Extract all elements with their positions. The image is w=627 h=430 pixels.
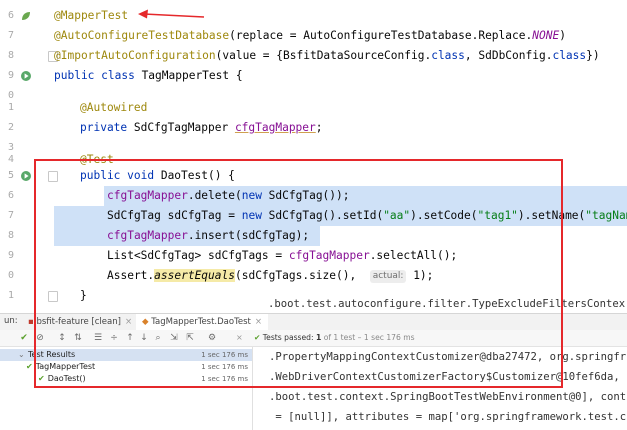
fold-marker-icon[interactable] xyxy=(48,291,58,302)
line-number: 6 xyxy=(7,10,14,21)
sort-alphabetically-icon[interactable]: ↕ xyxy=(56,332,68,344)
tree-row-daotest[interactable]: ✔ DaoTest() 1 sec 176 ms xyxy=(0,373,252,385)
import-tests-icon[interactable]: ⇲ xyxy=(168,332,180,344)
code-text: private SdCfgTagMapper cfgTagMapper; xyxy=(80,121,323,134)
run-test-icon[interactable] xyxy=(20,170,32,182)
line-number: 5 xyxy=(7,170,14,181)
check-icon: ✔ xyxy=(254,333,261,342)
gear-icon[interactable]: ⚙ xyxy=(206,332,218,344)
console-output[interactable]: .PropertyMappingContextCustomizer@dba274… xyxy=(252,347,627,430)
close-icon[interactable]: × xyxy=(255,317,262,327)
check-icon: ✔ xyxy=(26,362,33,371)
annotation-arrow-icon xyxy=(138,9,205,19)
console-line: .boot.test.context.SpringBootTestWebEnvi… xyxy=(269,391,627,403)
leaf-icon[interactable] xyxy=(20,10,32,22)
expand-all-icon[interactable]: ☰ xyxy=(92,332,104,344)
previous-test-icon[interactable]: ↑ xyxy=(124,332,136,344)
code-line[interactable]: 2 private SdCfgTagMapper cfgTagMapper; xyxy=(0,118,627,138)
console-line: .WebDriverContextCustomizerFactory$Custo… xyxy=(269,371,620,383)
close-icon[interactable]: × xyxy=(125,317,132,327)
run-tool-window-header: un: ▪ bsfit-feature [clean] × ◆ TagMapper… xyxy=(0,313,627,332)
console-line: .boot.test.autoconfigure.filter.TypeExcl… xyxy=(268,298,626,310)
console-line: = [null]], attributes = map['org.springf… xyxy=(269,411,627,423)
code-line-selected[interactable]: 8 cfgTagMapper.insert(sdCfgTag); xyxy=(0,226,627,246)
test-run-icon: ◆ xyxy=(142,317,149,327)
code-line[interactable]: 1 @Autowired xyxy=(0,98,627,118)
run-label: un: xyxy=(4,316,18,326)
code-text: @MapperTest xyxy=(54,9,129,22)
code-text: public class TagMapperTest { xyxy=(54,69,243,82)
line-number: 9 xyxy=(7,250,14,261)
test-status-summary: ✔ Tests passed: 1 of 1 test – 1 sec 176 … xyxy=(254,333,415,342)
code-text: @ImportAutoConfiguration(value = {BsfitD… xyxy=(54,49,600,62)
run-test-icon[interactable] xyxy=(20,70,32,82)
line-number: 2 xyxy=(7,122,14,133)
line-number: 9 xyxy=(7,70,14,81)
line-number: 8 xyxy=(7,50,14,61)
next-test-icon[interactable]: ↓ xyxy=(138,332,150,344)
code-text: } xyxy=(80,289,87,302)
show-ignored-icon[interactable]: ⊘ xyxy=(34,332,46,344)
maven-icon: ▪ xyxy=(28,317,34,327)
code-text: @AutoConfigureTestDatabase(replace = Aut… xyxy=(54,29,566,42)
code-text: SdCfgTag sdCfgTag = new SdCfgTag().setId… xyxy=(107,209,627,222)
code-line[interactable]: 7 @AutoConfigureTestDatabase(replace = A… xyxy=(0,26,627,46)
code-line[interactable]: 8 @ImportAutoConfiguration(value = {Bsfi… xyxy=(0,46,627,66)
close-icon[interactable]: × xyxy=(236,333,243,342)
console-line: .PropertyMappingContextCustomizer@dba274… xyxy=(269,351,627,363)
chevron-down-icon[interactable]: ⌄ xyxy=(18,349,25,361)
show-passed-icon[interactable]: ✔ xyxy=(18,332,30,344)
code-text: public void DaoTest() { xyxy=(80,169,235,182)
code-line-selected[interactable]: 7 SdCfgTag sdCfgTag = new SdCfgTag().set… xyxy=(0,206,627,226)
line-number: 0 xyxy=(7,270,14,281)
export-tests-icon[interactable]: ⇱ xyxy=(184,332,196,344)
code-line-selected[interactable]: 6 cfgTagMapper.delete(new SdCfgTag()); xyxy=(0,186,627,206)
tree-row-test-results[interactable]: ⌄ Test Results 1 sec 176 ms xyxy=(0,349,252,361)
line-number: 7 xyxy=(7,210,14,221)
line-number: 1 xyxy=(7,102,14,113)
line-number: 8 xyxy=(7,230,14,241)
code-text: cfgTagMapper.delete(new SdCfgTag()); xyxy=(107,189,350,202)
test-runner-toolbar: ✔ ⊘ ↕ ⇅ ☰ ÷ ↑ ↓ ⌕ ⇲ ⇱ ⚙ × ✔ Tests passed… xyxy=(0,330,627,347)
line-number: 7 xyxy=(7,30,14,41)
sort-by-duration-icon[interactable]: ⇅ xyxy=(72,332,84,344)
fold-marker-icon[interactable] xyxy=(48,171,58,182)
line-number: 1 xyxy=(7,290,14,301)
code-text: cfgTagMapper.insert(sdCfgTag); xyxy=(107,229,310,242)
code-line[interactable]: 5 public void DaoTest() { xyxy=(0,166,627,186)
check-icon: ✔ xyxy=(38,374,45,383)
code-text: @Autowired xyxy=(80,101,148,114)
tree-row-tagmappertest[interactable]: ✔ TagMapperTest 1 sec 176 ms xyxy=(0,361,252,373)
search-icon[interactable]: ⌕ xyxy=(152,332,164,344)
line-number: 6 xyxy=(7,190,14,201)
tab-bsfit-feature-clean[interactable]: ▪ bsfit-feature [clean] × xyxy=(22,314,138,330)
test-results-tree[interactable]: ⌄ Test Results 1 sec 176 ms ✔ TagMapperTe… xyxy=(0,347,252,430)
code-line[interactable]: 6 @MapperTest xyxy=(0,6,627,26)
collapse-all-icon[interactable]: ÷ xyxy=(108,332,120,344)
code-line[interactable]: 9 public class TagMapperTest { xyxy=(0,66,627,86)
